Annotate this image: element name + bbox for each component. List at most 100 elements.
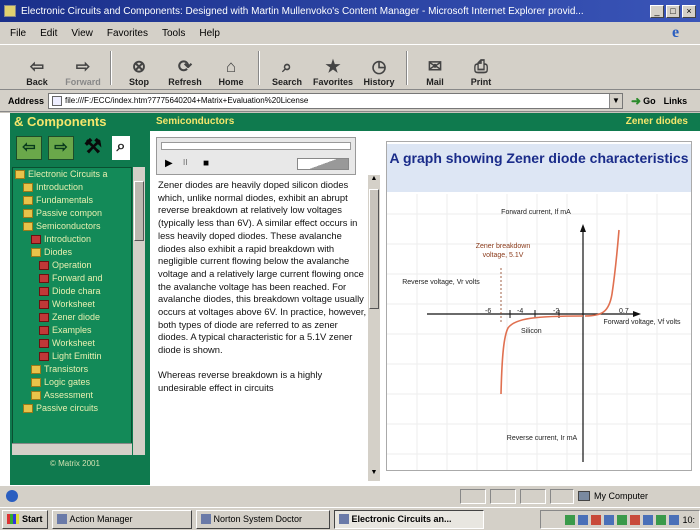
- text-scroll-thumb[interactable]: [369, 189, 379, 309]
- pause-icon[interactable]: II: [183, 158, 187, 167]
- tree-item[interactable]: Light Emittin: [13, 350, 131, 363]
- tray-icon[interactable]: [643, 514, 654, 525]
- scroll-down-icon[interactable]: ▼: [369, 469, 379, 481]
- favorites-button[interactable]: ★ Favorites: [310, 47, 356, 89]
- clock[interactable]: 10:: [682, 515, 695, 525]
- task-button-norton[interactable]: Norton System Doctor: [195, 509, 330, 529]
- folder-icon: [31, 248, 41, 257]
- tree-horizontal-scrollbar[interactable]: [12, 443, 132, 455]
- refresh-button[interactable]: ⟳ Refresh: [162, 47, 208, 89]
- tree-item-label: Electronic Circuits a: [28, 169, 108, 179]
- article-text: Zener diodes are heavily doped silicon d…: [156, 179, 368, 479]
- nav-forward-icon[interactable]: ⇨: [48, 136, 74, 160]
- tray-icon[interactable]: [630, 514, 641, 525]
- tree-item[interactable]: Semiconductors: [13, 220, 131, 233]
- tray-icon[interactable]: [578, 514, 589, 525]
- y-axis-arrow-icon: [580, 224, 586, 232]
- task-button-electronic-circuits[interactable]: Electronic Circuits an...: [333, 509, 484, 529]
- tree-scrollbar[interactable]: [133, 167, 145, 455]
- links-button[interactable]: Links: [664, 96, 688, 106]
- maximize-button[interactable]: □: [666, 4, 680, 18]
- text-scrollbar[interactable]: ▲ ▼: [368, 175, 380, 481]
- section-header: Semiconductors Zener diodes: [150, 113, 700, 131]
- tray-icon[interactable]: [617, 514, 628, 525]
- minimize-button[interactable]: _: [650, 4, 664, 18]
- history-button[interactable]: ◷ History: [356, 47, 402, 89]
- media-player: ▶ II ■: [156, 137, 356, 175]
- window-title-bar[interactable]: Electronic Circuits and Components: Desi…: [0, 0, 700, 22]
- menu-file[interactable]: File: [10, 28, 26, 39]
- tree-item[interactable]: Zener diode: [13, 311, 131, 324]
- tree-item[interactable]: Diodes: [13, 246, 131, 259]
- tray-icon[interactable]: [656, 514, 667, 525]
- tools-icon[interactable]: ⚒: [80, 136, 106, 160]
- norton-icon: [200, 514, 211, 524]
- go-arrow-icon: ➜: [631, 93, 642, 108]
- status-segment: [550, 489, 574, 504]
- toolbar-separator: [258, 51, 260, 85]
- tray-icon[interactable]: [669, 514, 680, 525]
- stop-media-icon[interactable]: ■: [203, 158, 209, 169]
- page-icon: [52, 95, 63, 106]
- search-button[interactable]: ⌕ Search: [264, 47, 310, 89]
- tree-item[interactable]: Forward and: [13, 272, 131, 285]
- tree-item[interactable]: Passive circuits: [13, 402, 131, 415]
- tree-item[interactable]: Operation: [13, 259, 131, 272]
- menu-edit[interactable]: Edit: [40, 28, 57, 39]
- back-button[interactable]: ⇦ Back: [14, 47, 60, 89]
- tree-item-label: Light Emittin: [52, 351, 102, 361]
- tray-icon[interactable]: [591, 514, 602, 525]
- tree-item[interactable]: Worksheet: [13, 337, 131, 350]
- folder-icon: [23, 196, 33, 205]
- menu-bar: File Edit View Favorites Tools Help e: [0, 22, 700, 44]
- forward-button[interactable]: ⇨ Forward: [60, 47, 106, 89]
- tree-item[interactable]: Fundamentals: [13, 194, 131, 207]
- tray-icon[interactable]: [604, 514, 615, 525]
- tree-item[interactable]: Introduction: [13, 233, 131, 246]
- nav-back-icon[interactable]: ⇦: [16, 136, 42, 160]
- tray-icon[interactable]: [565, 514, 576, 525]
- action-manager-icon: [56, 514, 67, 524]
- menu-favorites[interactable]: Favorites: [107, 28, 148, 39]
- mail-button[interactable]: ✉ Mail: [412, 47, 458, 89]
- tree-item[interactable]: Passive compon: [13, 207, 131, 220]
- magnifier-icon[interactable]: ⌕: [112, 136, 130, 160]
- ie-logo-icon: e: [672, 24, 680, 41]
- tree-item[interactable]: Examples: [13, 324, 131, 337]
- ie-app-icon: [4, 5, 16, 17]
- close-button[interactable]: ×: [682, 4, 696, 18]
- stop-button[interactable]: ⊗ Stop: [116, 47, 162, 89]
- tree-item[interactable]: Electronic Circuits a: [13, 168, 131, 181]
- window-title: Electronic Circuits and Components: Desi…: [21, 5, 584, 17]
- tree-item[interactable]: Transistors: [13, 363, 131, 376]
- zone-label: My Computer: [594, 491, 649, 501]
- seek-bar[interactable]: [161, 142, 351, 150]
- tree-item[interactable]: Logic gates: [13, 376, 131, 389]
- volume-slider[interactable]: [297, 158, 349, 170]
- print-icon: ⎙: [474, 57, 488, 76]
- scroll-up-icon[interactable]: ▲: [369, 175, 379, 187]
- play-icon[interactable]: ▶: [165, 158, 173, 169]
- status-segment: [520, 489, 546, 504]
- section-title: Semiconductors: [156, 116, 235, 127]
- go-button[interactable]: ➜ Go: [631, 94, 656, 108]
- start-button[interactable]: Start: [2, 509, 48, 529]
- address-dropdown-icon[interactable]: ▼: [609, 93, 623, 108]
- tree-item-label: Introduction: [44, 234, 92, 244]
- diode-page-icon: [39, 313, 49, 322]
- tree-item-label: Passive compon: [36, 208, 103, 218]
- print-button[interactable]: ⎙ Print: [458, 47, 504, 89]
- address-input[interactable]: file:///F:/ECC/index.htm?7775640204+Matr…: [48, 92, 624, 109]
- folder-icon: [31, 365, 41, 374]
- tree-item[interactable]: Worksheet: [13, 298, 131, 311]
- task-button-action-manager[interactable]: Action Manager: [51, 509, 192, 529]
- menu-help[interactable]: Help: [199, 28, 220, 39]
- tree-scroll-thumb[interactable]: [134, 181, 144, 241]
- tree-item[interactable]: Assessment: [13, 389, 131, 402]
- windows-flag-icon: [7, 514, 19, 524]
- tree-item[interactable]: Introduction: [13, 181, 131, 194]
- menu-view[interactable]: View: [71, 28, 93, 39]
- menu-tools[interactable]: Tools: [162, 28, 185, 39]
- tree-item[interactable]: Diode chara: [13, 285, 131, 298]
- home-button[interactable]: ⌂ Home: [208, 47, 254, 89]
